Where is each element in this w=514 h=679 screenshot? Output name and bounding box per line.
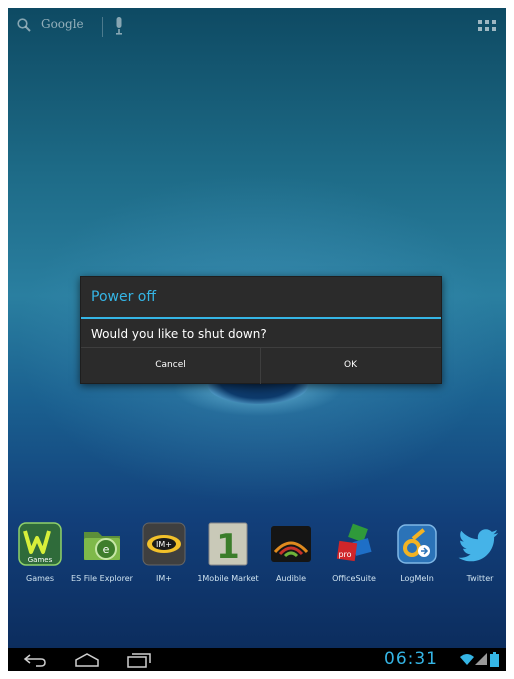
power-off-dialog: Power off Would you like to shut down? C… — [80, 276, 442, 384]
app-es-file-explorer[interactable]: e ES File Explorer — [70, 518, 134, 590]
1mobile-market-icon: 1 — [208, 522, 248, 567]
google-search-label[interactable]: Google — [41, 17, 84, 31]
officesuite-icon: pro — [336, 523, 372, 562]
dialog-button-bar: Cancel OK — [81, 347, 441, 384]
recent-apps-icon[interactable] — [126, 652, 152, 668]
app-label: OfficeSuite — [332, 574, 376, 583]
cancel-button[interactable]: Cancel — [81, 348, 261, 384]
twitter-icon — [458, 529, 499, 562]
signal-icon — [475, 653, 487, 665]
es-file-explorer-icon: e — [84, 532, 120, 560]
dialog-title: Power off — [91, 289, 156, 305]
app-label: LogMeIn — [400, 574, 434, 583]
app-label: ES File Explorer — [71, 574, 133, 583]
svg-text:e: e — [103, 543, 110, 556]
all-apps-icon[interactable] — [478, 20, 496, 32]
games-icon: Games — [18, 522, 62, 566]
wifi-icon — [460, 654, 474, 665]
search-divider — [102, 17, 103, 37]
ok-button[interactable]: OK — [261, 348, 440, 384]
logmein-icon — [397, 524, 437, 564]
app-im-plus[interactable]: IM+ IM+ — [132, 518, 196, 590]
tablet-screen: Google Power off Would you like to shut … — [8, 8, 506, 671]
app-officesuite[interactable]: pro OfficeSuite — [322, 518, 386, 590]
home-icon[interactable] — [74, 652, 100, 668]
app-label: 1Mobile Market — [197, 574, 259, 583]
games-icon-text: Games — [28, 556, 53, 564]
back-icon[interactable] — [22, 652, 48, 668]
dialog-message: Would you like to shut down? — [91, 327, 267, 341]
app-twitter[interactable]: Twitter — [448, 518, 506, 590]
audible-icon — [271, 526, 311, 562]
dialog-title-separator — [81, 317, 441, 319]
top-search-bar: Google — [8, 8, 506, 46]
im-plus-icon-text: IM+ — [156, 540, 172, 549]
officesuite-icon-text: pro — [338, 550, 351, 559]
app-games[interactable]: Games Games — [8, 518, 72, 590]
app-logmein[interactable]: LogMeIn — [385, 518, 449, 590]
battery-icon — [490, 652, 499, 667]
app-1mobile-market[interactable]: 1 1Mobile Market — [196, 518, 260, 590]
app-label: Games — [26, 574, 54, 583]
app-label: Twitter — [466, 574, 494, 583]
system-bar: 06:31 — [8, 648, 506, 671]
app-label: Audible — [275, 574, 307, 583]
status-clock[interactable]: 06:31 — [384, 649, 438, 669]
1mobile-market-icon-text: 1 — [216, 527, 240, 566]
app-dock: Games Games e ES File Explorer IM+ IM+ 1… — [8, 518, 506, 598]
im-plus-icon: IM+ — [142, 522, 186, 566]
app-label: IM+ — [156, 574, 172, 583]
microphone-icon[interactable] — [114, 17, 124, 35]
search-icon[interactable] — [17, 18, 31, 32]
app-audible[interactable]: Audible — [259, 518, 323, 590]
